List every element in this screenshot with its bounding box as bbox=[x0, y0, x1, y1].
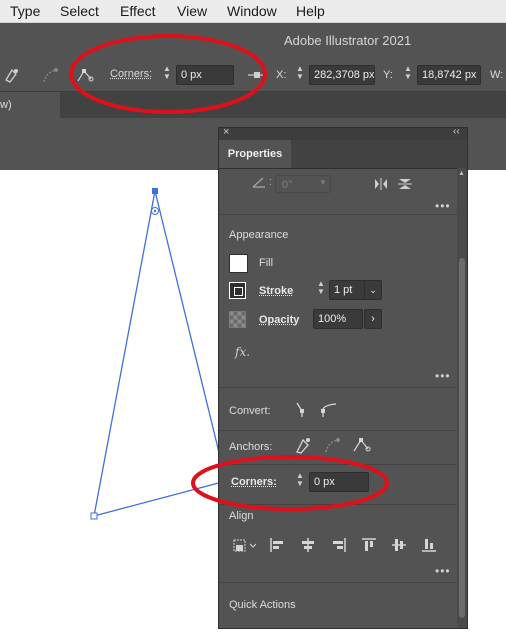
fill-label: Fill bbox=[259, 257, 274, 269]
align-left-icon[interactable] bbox=[268, 536, 286, 554]
corner-widget-icon[interactable] bbox=[74, 65, 96, 85]
align-to-selection-icon[interactable] bbox=[231, 536, 259, 554]
menu-type[interactable]: Type bbox=[10, 3, 40, 19]
cut-path-icon[interactable] bbox=[350, 435, 372, 455]
corners-input[interactable]: 0 px bbox=[309, 472, 369, 492]
opacity-label[interactable]: Opacity bbox=[259, 314, 299, 326]
align-title: Align bbox=[229, 510, 254, 522]
x-input[interactable]: 282,3708 px bbox=[309, 65, 375, 85]
align-more-options[interactable]: ••• bbox=[435, 564, 451, 578]
app-title: Adobe Illustrator 2021 bbox=[284, 33, 412, 48]
y-input[interactable]: 18,8742 px bbox=[417, 65, 481, 85]
panel-scrollbar[interactable]: ▲ bbox=[457, 168, 467, 628]
pen-convert-icon[interactable] bbox=[0, 66, 28, 84]
pen-anchor-icon[interactable] bbox=[291, 435, 313, 455]
opacity-chevron-icon[interactable]: › bbox=[364, 309, 382, 329]
corners-label: Corners: bbox=[110, 68, 153, 80]
smooth-anchor-icon[interactable] bbox=[40, 66, 62, 84]
fill-swatch[interactable] bbox=[229, 254, 248, 273]
align-top-icon[interactable] bbox=[360, 536, 378, 554]
anchor-point-top bbox=[152, 188, 158, 194]
corners-stepper[interactable]: ▲ ▼ bbox=[294, 472, 306, 492]
align-right-icon[interactable] bbox=[330, 536, 348, 554]
panel-tab-row: Properties bbox=[219, 140, 467, 169]
corners-label[interactable]: Corners: bbox=[231, 476, 277, 488]
convert-label: Convert: bbox=[229, 405, 271, 417]
menu-bar: Type Select Effect View Window Help bbox=[0, 0, 506, 23]
angle-icon bbox=[252, 177, 265, 188]
anchors-label: Anchors: bbox=[229, 441, 273, 453]
stroke-label[interactable]: Stroke bbox=[259, 285, 293, 297]
align-horizontal-center-icon[interactable] bbox=[299, 536, 317, 554]
align-vertical-center-icon[interactable] bbox=[390, 536, 408, 554]
y-stepper[interactable]: ▲ ▼ bbox=[402, 65, 414, 85]
opacity-icon bbox=[229, 311, 246, 328]
divider bbox=[219, 582, 457, 583]
align-anchor-icon[interactable] bbox=[246, 67, 266, 83]
menu-help[interactable]: Help bbox=[296, 3, 325, 19]
align-bottom-icon[interactable] bbox=[420, 536, 438, 554]
properties-panel: × ‹‹ Properties : 0° ▼ ••• Appearance Fi… bbox=[218, 126, 468, 629]
angle-dropdown-icon[interactable]: ▼ bbox=[319, 178, 327, 187]
x-label: X: bbox=[276, 69, 287, 81]
w-label: W: bbox=[490, 69, 504, 81]
menu-effect[interactable]: Effect bbox=[120, 3, 156, 19]
y-label: Y: bbox=[383, 69, 393, 81]
angle-colon: : bbox=[269, 176, 273, 188]
divider bbox=[219, 430, 457, 431]
flip-vertical-icon[interactable] bbox=[397, 177, 413, 191]
divider bbox=[219, 464, 457, 465]
x-stepper[interactable]: ▲ ▼ bbox=[294, 65, 306, 85]
stroke-weight-dropdown-icon[interactable]: ⌄ bbox=[364, 280, 382, 300]
control-bar: Corners: ▲ ▼ 0 px X: ▲ ▼ 282,3708 px Y: ▲ ▼… bbox=[0, 57, 506, 92]
stroke-weight-input[interactable]: 1 pt bbox=[329, 280, 369, 300]
transform-more-options[interactable]: ••• bbox=[435, 199, 451, 213]
convert-corner-icon[interactable] bbox=[294, 401, 310, 419]
convert-smooth-icon[interactable] bbox=[320, 401, 338, 419]
document-tab[interactable]: w) bbox=[0, 92, 60, 118]
appearance-title: Appearance bbox=[229, 229, 289, 241]
panel-close-icon[interactable]: × bbox=[223, 126, 229, 138]
panel-collapse-icon[interactable]: ‹‹ bbox=[453, 126, 460, 137]
scrollbar-thumb[interactable] bbox=[459, 258, 465, 618]
document-tab-bar: w) bbox=[0, 92, 506, 118]
corners-input[interactable]: 0 px bbox=[176, 65, 234, 85]
menu-select[interactable]: Select bbox=[60, 3, 99, 19]
flip-horizontal-icon[interactable] bbox=[373, 177, 389, 191]
panel-header[interactable]: × ‹‹ bbox=[219, 126, 467, 140]
divider bbox=[219, 387, 457, 388]
appearance-more-options[interactable]: ••• bbox=[435, 369, 451, 383]
stroke-swatch[interactable] bbox=[229, 282, 246, 299]
fx-icon[interactable]: fx. bbox=[235, 345, 250, 359]
divider bbox=[219, 504, 457, 505]
menu-view[interactable]: View bbox=[177, 3, 207, 19]
opacity-input[interactable]: 100% bbox=[313, 309, 363, 329]
anchor-point-bottom-left bbox=[90, 512, 98, 520]
menu-window[interactable]: Window bbox=[227, 3, 277, 19]
divider bbox=[219, 214, 457, 215]
stroke-weight-stepper[interactable]: ▲ ▼ bbox=[315, 280, 327, 300]
tab-properties[interactable]: Properties bbox=[219, 140, 291, 168]
quick-actions-title: Quick Actions bbox=[229, 599, 296, 611]
remove-anchor-icon[interactable] bbox=[322, 435, 344, 455]
app-title-bar: Adobe Illustrator 2021 bbox=[0, 23, 506, 57]
corners-stepper[interactable]: ▲ ▼ bbox=[161, 65, 173, 85]
